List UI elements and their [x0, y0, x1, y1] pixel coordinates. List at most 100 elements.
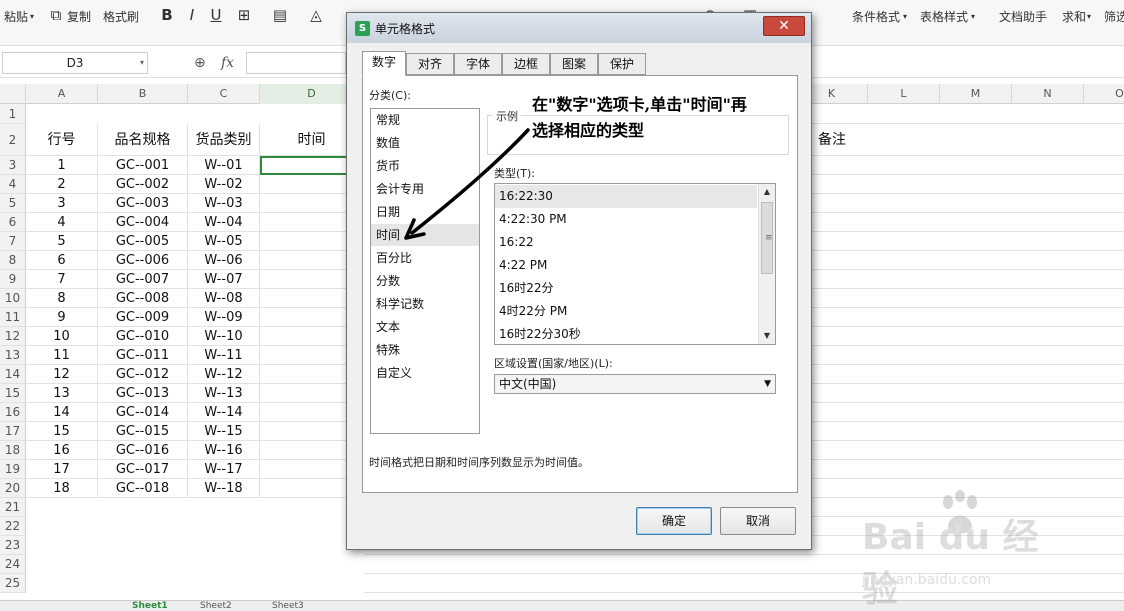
header-cell[interactable]: 品名规格 — [98, 124, 188, 156]
category-item[interactable]: 日期 — [371, 201, 479, 223]
table-cell[interactable]: GC--016 — [98, 441, 188, 460]
table-cell[interactable]: GC--015 — [98, 422, 188, 441]
table-cell[interactable]: GC--007 — [98, 270, 188, 289]
category-item[interactable]: 分数 — [371, 270, 479, 292]
table-cell[interactable]: W--17 — [188, 460, 260, 479]
table-cell[interactable]: 16 — [26, 441, 98, 460]
column-header[interactable]: O — [1084, 84, 1124, 104]
table-cell[interactable]: GC--014 — [98, 403, 188, 422]
tab-border[interactable]: 边框 — [502, 53, 550, 75]
table-cell[interactable]: W--06 — [188, 251, 260, 270]
table-style-button[interactable]: 表格样式 — [920, 6, 968, 28]
sheet-tab-active[interactable]: Sheet1 — [128, 601, 172, 611]
category-item[interactable]: 百分比 — [371, 247, 479, 269]
chevron-down-icon[interactable]: ▾ — [1087, 6, 1091, 28]
column-header[interactable]: A — [26, 84, 98, 104]
table-cell[interactable]: GC--001 — [98, 156, 188, 175]
table-cell[interactable]: 17 — [26, 460, 98, 479]
row-header[interactable]: 25 — [0, 574, 26, 593]
column-header[interactable]: L — [868, 84, 940, 104]
type-item[interactable]: 16时22分 — [495, 277, 757, 300]
row-header[interactable]: 12 — [0, 327, 26, 346]
category-item-selected[interactable]: 时间 — [371, 224, 479, 246]
zoom-search-icon[interactable]: ⊕ — [194, 52, 206, 74]
row-header[interactable]: 7 — [0, 232, 26, 251]
type-item[interactable]: 16:22 — [495, 231, 757, 254]
table-cell[interactable]: W--02 — [188, 175, 260, 194]
row-header[interactable]: 22 — [0, 517, 26, 536]
table-cell[interactable]: GC--018 — [98, 479, 188, 498]
category-item[interactable]: 特殊 — [371, 339, 479, 361]
table-cell[interactable]: GC--017 — [98, 460, 188, 479]
table-cell[interactable]: W--07 — [188, 270, 260, 289]
row-header[interactable]: 15 — [0, 384, 26, 403]
table-cell[interactable]: GC--005 — [98, 232, 188, 251]
category-item[interactable]: 会计专用 — [371, 178, 479, 200]
scroll-down-icon[interactable]: ▼ — [759, 328, 775, 344]
table-cell[interactable]: GC--004 — [98, 213, 188, 232]
table-cell[interactable]: GC--013 — [98, 384, 188, 403]
type-item[interactable]: 16时22分30秒 — [495, 323, 757, 344]
doc-helper-button[interactable]: 文档助手 — [999, 6, 1047, 28]
category-item[interactable]: 货币 — [371, 155, 479, 177]
category-item[interactable]: 自定义 — [371, 362, 479, 384]
close-button[interactable]: ✕ — [763, 16, 805, 36]
scroll-up-icon[interactable]: ▲ — [759, 184, 775, 200]
table-cell[interactable]: GC--008 — [98, 289, 188, 308]
bold-button[interactable]: B — [157, 5, 177, 25]
table-cell[interactable]: 4 — [26, 213, 98, 232]
table-cell[interactable]: W--08 — [188, 289, 260, 308]
category-item[interactable]: 科学记数 — [371, 293, 479, 315]
row-header[interactable]: 4 — [0, 175, 26, 194]
table-cell[interactable]: 7 — [26, 270, 98, 289]
row-header[interactable]: 5 — [0, 194, 26, 213]
table-cell[interactable]: W--05 — [188, 232, 260, 251]
row-header[interactable]: 19 — [0, 460, 26, 479]
copy-button[interactable]: 复制 — [67, 6, 91, 28]
column-header[interactable]: C — [188, 84, 260, 104]
tab-number[interactable]: 数字 — [362, 51, 406, 76]
chevron-down-icon[interactable]: ▾ — [140, 53, 144, 73]
chevron-down-icon[interactable]: ▾ — [903, 6, 907, 28]
table-cell[interactable]: W--18 — [188, 479, 260, 498]
row-header[interactable]: 20 — [0, 479, 26, 498]
ok-button[interactable]: 确定 — [636, 507, 712, 535]
type-item[interactable]: 4时22分 PM — [495, 300, 757, 323]
function-icon[interactable]: fx — [221, 52, 234, 74]
sum-button[interactable]: 求和 — [1062, 6, 1086, 28]
row-header[interactable]: 21 — [0, 498, 26, 517]
type-item-selected[interactable]: 16:22:30 — [495, 185, 757, 208]
table-cell[interactable]: 1 — [26, 156, 98, 175]
table-cell[interactable]: 15 — [26, 422, 98, 441]
row-header[interactable]: 8 — [0, 251, 26, 270]
underline-button[interactable]: U — [206, 5, 226, 25]
tab-font[interactable]: 字体 — [454, 53, 502, 75]
chevron-down-icon[interactable]: ▾ — [971, 6, 975, 28]
tab-alignment[interactable]: 对齐 — [406, 53, 454, 75]
table-cell[interactable]: W--12 — [188, 365, 260, 384]
row-header[interactable]: 14 — [0, 365, 26, 384]
copy-icon[interactable]: ⧉ — [46, 5, 66, 25]
paste-dropdown-icon[interactable]: ▾ — [30, 6, 34, 28]
table-cell[interactable]: W--10 — [188, 327, 260, 346]
table-cell[interactable]: 10 — [26, 327, 98, 346]
column-header[interactable]: B — [98, 84, 188, 104]
row-header[interactable]: 10 — [0, 289, 26, 308]
category-list[interactable]: 常规 数值 货币 会计专用 日期 时间 百分比 分数 科学记数 文本 特殊 自定… — [370, 108, 480, 434]
table-cell[interactable]: W--11 — [188, 346, 260, 365]
table-cell[interactable]: GC--002 — [98, 175, 188, 194]
table-cell[interactable]: 9 — [26, 308, 98, 327]
row-header[interactable]: 16 — [0, 403, 26, 422]
dialog-title-bar[interactable]: S 单元格格式 ✕ — [347, 13, 811, 43]
row-header[interactable]: 13 — [0, 346, 26, 365]
table-cell[interactable]: 13 — [26, 384, 98, 403]
category-item[interactable]: 文本 — [371, 316, 479, 338]
column-header[interactable]: N — [1012, 84, 1084, 104]
table-cell[interactable]: W--04 — [188, 213, 260, 232]
italic-button[interactable]: I — [182, 5, 202, 25]
table-cell[interactable]: W--13 — [188, 384, 260, 403]
cancel-button[interactable]: 取消 — [720, 507, 796, 535]
row-header[interactable]: 17 — [0, 422, 26, 441]
row-header[interactable]: 1 — [0, 104, 26, 124]
row-header[interactable]: 2 — [0, 124, 26, 156]
